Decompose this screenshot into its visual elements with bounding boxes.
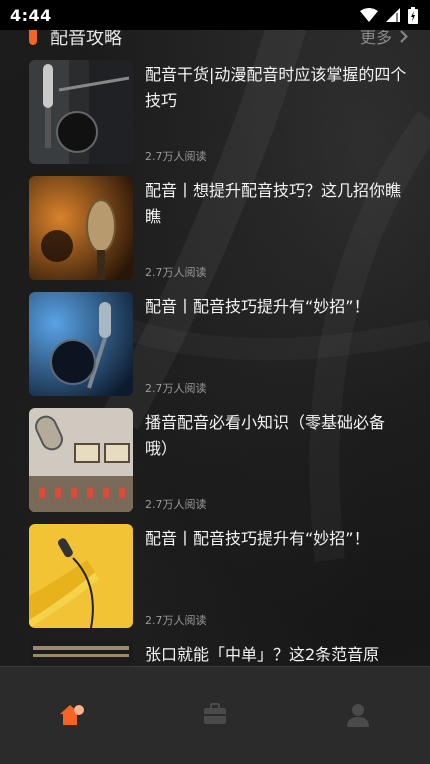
article-item[interactable]: 配音丨配音技巧提升有“妙招”！ 2.7万人阅读 (0, 524, 430, 640)
tab-profile[interactable] (287, 667, 430, 764)
article-title: 配音干货|动漫配音时应该掌握的四个技巧 (145, 65, 407, 110)
article-title: 配音丨配音技巧提升有“妙招”！ (145, 297, 370, 316)
status-time: 4:44 (10, 5, 52, 25)
status-icons (360, 6, 418, 24)
article-title: 播音配音必看小知识（零基础必备哦） (145, 413, 386, 458)
article-item[interactable]: 配音丨想提升配音技巧？这几招你瞧瞧 2.7万人阅读 (0, 176, 430, 292)
article-read-count: 2.7万人阅读 (145, 498, 207, 511)
article-item[interactable]: 配音丨配音技巧提升有“妙招”！ 2.7万人阅读 (0, 292, 430, 408)
wifi-icon (360, 8, 378, 22)
article-read-count: 2.7万人阅读 (145, 614, 207, 627)
battery-icon (408, 6, 418, 24)
bottom-tab-bar (0, 666, 430, 764)
status-bar: 4:44 (0, 0, 430, 30)
article-read-count: 2.7万人阅读 (145, 382, 207, 395)
article-thumbnail (29, 176, 133, 280)
briefcase-icon (203, 703, 226, 724)
tab-home[interactable] (0, 667, 143, 764)
article-thumbnail (29, 408, 133, 512)
section-accent-bar (29, 28, 37, 45)
article-read-count: 2.7万人阅读 (145, 266, 207, 279)
article-item[interactable]: 播音配音必看小知识（零基础必备哦） 2.7万人阅读 (0, 408, 430, 524)
tab-briefcase[interactable] (143, 667, 286, 764)
home-icon (59, 705, 84, 725)
article-read-count: 2.7万人阅读 (145, 150, 207, 163)
article-list: 配音干货|动漫配音时应该掌握的四个技巧 2.7万人阅读 配音丨想提升配音技巧？这… (0, 60, 430, 756)
article-item[interactable]: 配音干货|动漫配音时应该掌握的四个技巧 2.7万人阅读 (0, 60, 430, 176)
article-title: 配音丨想提升配音技巧？这几招你瞧瞧 (145, 181, 402, 226)
article-thumbnail (29, 524, 133, 628)
signal-icon (386, 8, 400, 22)
article-title: 配音丨配音技巧提升有“妙招”！ (145, 529, 370, 548)
user-icon (347, 704, 370, 727)
chevron-right-icon (400, 29, 408, 43)
article-title: 张口就能「中单」？这2条范音原 (145, 645, 380, 664)
article-thumbnail (29, 292, 133, 396)
article-thumbnail (29, 60, 133, 164)
